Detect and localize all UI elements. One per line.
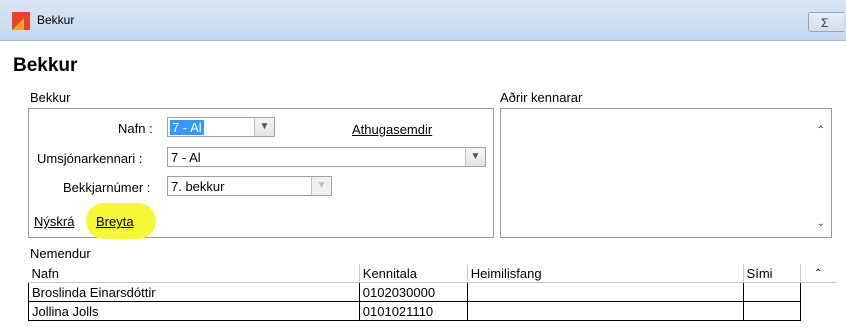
breyta-link[interactable]: Breyta bbox=[96, 214, 134, 229]
app-logo-icon bbox=[12, 12, 30, 30]
umsjonarkennari-combobox[interactable]: 7 - Al ▼ bbox=[167, 147, 486, 167]
page-title: Bekkur bbox=[13, 55, 78, 76]
chevron-down-icon[interactable]: ▼ bbox=[465, 148, 485, 166]
bekkjarnumer-value: 7. bekkur bbox=[171, 179, 225, 194]
table-row[interactable]: Jollina Jolls 0101021110 bbox=[28, 301, 837, 321]
cell-kennitala: 0102030000 bbox=[358, 282, 468, 302]
athugasemdir-link[interactable]: Athugasemdir bbox=[352, 122, 432, 137]
nafn-value: 7 - Al bbox=[170, 120, 204, 135]
nemendur-table: Nafn Kennitala Heimilisfang Sími ⌃ Brosl… bbox=[28, 264, 836, 321]
scrollbar-track[interactable] bbox=[800, 283, 836, 302]
cell-nafn: Broslinda Einarsdóttir bbox=[28, 282, 360, 302]
cell-simi bbox=[742, 301, 801, 321]
table-header-row: Nafn Kennitala Heimilisfang Sími ⌃ bbox=[28, 264, 836, 283]
column-header-nafn[interactable]: Nafn bbox=[28, 264, 360, 283]
bekkjarnumer-label: Bekkjarnúmer : bbox=[63, 180, 151, 195]
nemendur-label: Nemendur bbox=[30, 246, 91, 261]
window-title: Bekkur bbox=[37, 13, 75, 27]
nafn-label: Nafn : bbox=[118, 121, 153, 136]
scroll-up-icon[interactable]: ⌃ bbox=[800, 264, 836, 283]
scroll-down-icon[interactable]: ⌄ bbox=[817, 218, 825, 229]
table-row[interactable]: Broslinda Einarsdóttir 0102030000 bbox=[28, 282, 837, 302]
umsjonarkennari-label: Umsjónarkennari : bbox=[37, 151, 143, 166]
cell-heimilisfang bbox=[466, 282, 744, 302]
nafn-combobox[interactable]: 7 - Al ▼ bbox=[167, 117, 275, 137]
cell-heimilisfang bbox=[466, 301, 744, 321]
umsjonarkennari-value: 7 - Al bbox=[171, 150, 201, 165]
chevron-down-icon[interactable]: ▼ bbox=[254, 118, 274, 136]
cell-simi bbox=[742, 282, 801, 302]
window-titlebar: Bekkur Σ bbox=[0, 0, 846, 41]
adrir-kennarar-label: Aðrir kennarar bbox=[500, 90, 583, 105]
column-header-simi[interactable]: Sími bbox=[743, 264, 801, 283]
bekkjarnumer-combobox[interactable]: 7. bekkur ▼ bbox=[167, 176, 332, 196]
close-button[interactable]: Σ bbox=[808, 12, 844, 32]
column-header-heimilisfang[interactable]: Heimilisfang bbox=[467, 264, 744, 283]
chevron-down-icon: ▼ bbox=[311, 177, 331, 195]
bekkur-group-label: Bekkur bbox=[30, 90, 71, 105]
column-header-kennitala[interactable]: Kennitala bbox=[359, 264, 468, 283]
scroll-up-icon[interactable]: ⌃ bbox=[817, 125, 825, 136]
nyskra-link[interactable]: Nýskrá bbox=[34, 214, 74, 229]
cell-kennitala: 0101021110 bbox=[358, 301, 468, 321]
scrollbar-track[interactable] bbox=[800, 302, 836, 321]
adrir-kennarar-list[interactable]: ⌃ ⌄ bbox=[500, 108, 832, 238]
cell-nafn: Jollina Jolls bbox=[28, 301, 360, 321]
